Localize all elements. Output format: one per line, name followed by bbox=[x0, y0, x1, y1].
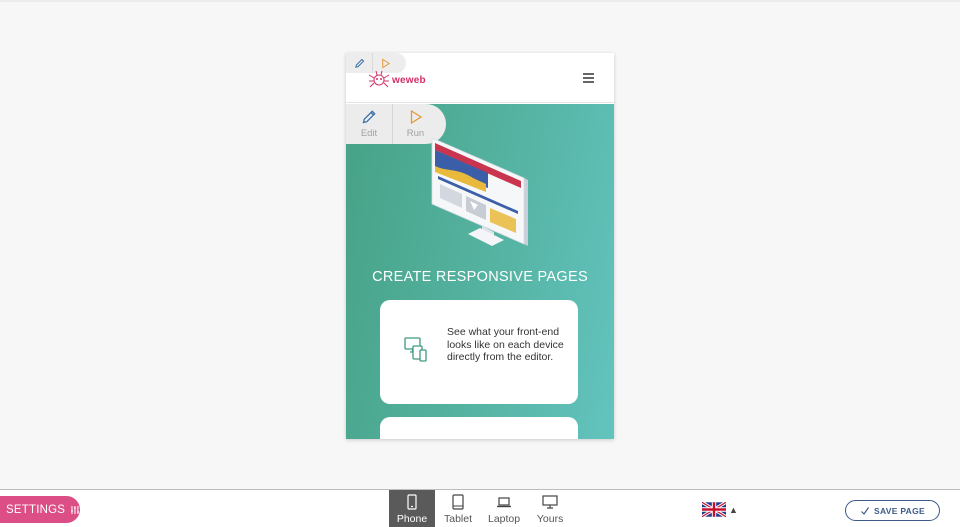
weweb-logo[interactable]: weweb bbox=[368, 69, 426, 91]
responsive-monitor-illustration bbox=[431, 138, 528, 246]
pencil-icon bbox=[362, 110, 376, 124]
device-tablet-button[interactable]: Tablet bbox=[435, 490, 481, 527]
edit-label: Edit bbox=[360, 128, 378, 139]
monitor-icon bbox=[542, 495, 558, 509]
feature-card: See what your front-end looks like on ea… bbox=[380, 300, 578, 404]
save-page-label: SAVE PAGE bbox=[873, 505, 926, 516]
run-label: Run bbox=[406, 128, 425, 139]
device-laptop-label: Laptop bbox=[488, 513, 521, 525]
phone-preview: weweb Edit Run CREATE RESPONSIVE PAGES S… bbox=[346, 53, 614, 439]
device-yours-label: Yours bbox=[536, 513, 564, 525]
play-icon bbox=[410, 109, 422, 125]
edit-button[interactable]: Edit bbox=[346, 104, 392, 144]
laptop-icon bbox=[497, 497, 512, 508]
pencil-icon bbox=[354, 58, 364, 68]
feature-card bbox=[380, 417, 578, 439]
settings-label: SETTINGS bbox=[6, 503, 66, 516]
check-icon bbox=[861, 506, 869, 515]
feature-card-text: See what your front-end looks like on ea… bbox=[447, 326, 564, 364]
bottom-toolbar: SETTINGS Phone Tablet Laptop Yours ▲ SAV… bbox=[0, 489, 960, 527]
device-switcher: Phone Tablet Laptop Yours bbox=[389, 490, 573, 527]
settings-button[interactable]: SETTINGS bbox=[0, 496, 80, 523]
responsive-devices-icon bbox=[404, 337, 427, 362]
device-laptop-button[interactable]: Laptop bbox=[481, 490, 527, 527]
site-header: weweb bbox=[346, 53, 614, 103]
save-page-button[interactable]: SAVE PAGE bbox=[845, 500, 940, 521]
language-selector[interactable]: ▲ bbox=[702, 502, 738, 517]
device-phone-button[interactable]: Phone bbox=[389, 490, 435, 527]
uk-flag-icon bbox=[702, 502, 726, 517]
logo-text: weweb bbox=[392, 74, 426, 86]
device-yours-button[interactable]: Yours bbox=[527, 490, 573, 527]
chevron-up-icon: ▲ bbox=[729, 504, 738, 515]
hero-title: CREATE RESPONSIVE PAGES bbox=[372, 269, 588, 285]
logo-mascot-icon bbox=[368, 70, 390, 88]
device-tablet-label: Tablet bbox=[443, 513, 473, 525]
hero-section: Edit Run CREATE RESPONSIVE PAGES See wha… bbox=[346, 104, 614, 439]
sliders-icon bbox=[71, 505, 80, 514]
phone-icon bbox=[407, 494, 417, 510]
tablet-icon bbox=[452, 494, 464, 510]
play-icon bbox=[382, 57, 391, 69]
device-phone-label: Phone bbox=[396, 513, 428, 525]
menu-icon[interactable] bbox=[583, 73, 594, 85]
